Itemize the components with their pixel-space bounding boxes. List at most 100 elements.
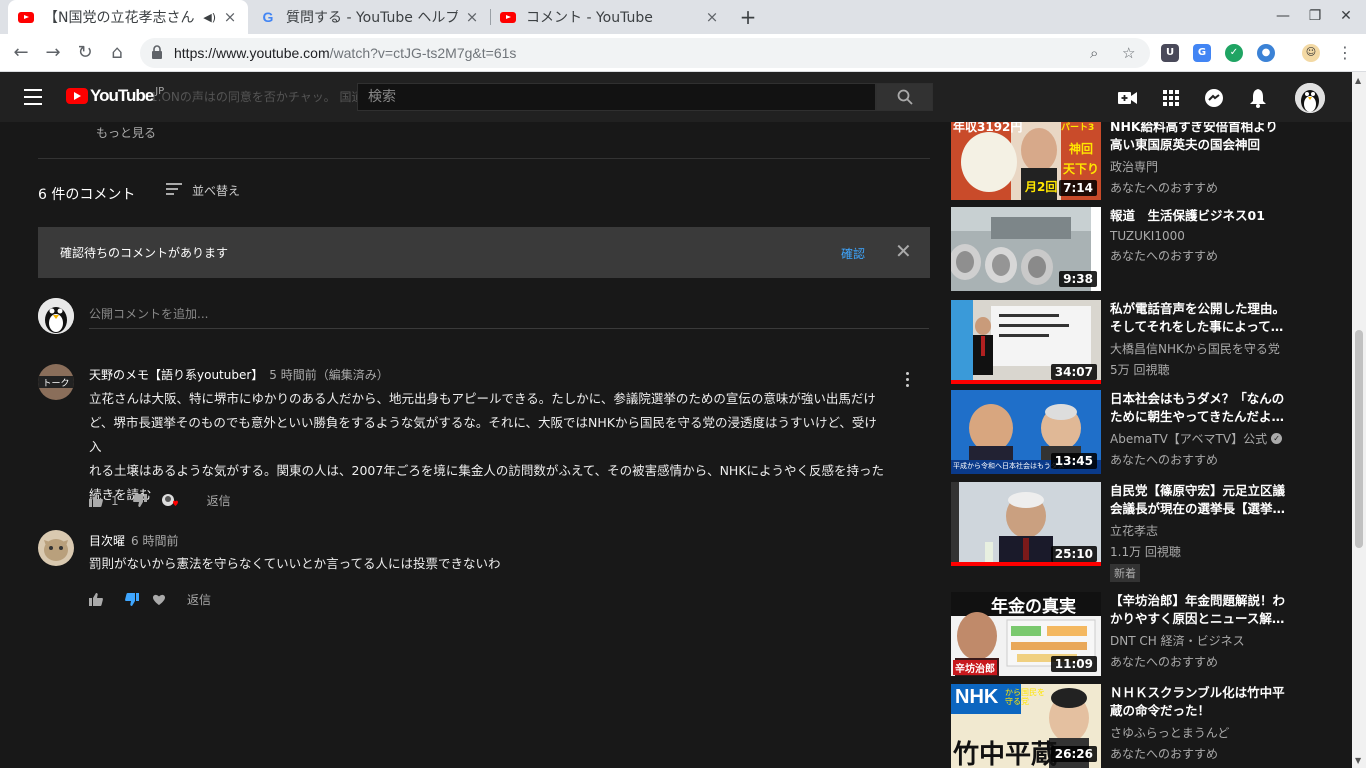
video-title[interactable]: 日本社会はもうダメ？「なんのために朝生やってきたんだよ… — [1110, 390, 1290, 426]
video-thumbnail[interactable]: NHK から国民を守る党 竹中平蔵 26:26 — [951, 684, 1101, 768]
tab-title: 質問する - YouTube ヘルプ — [286, 10, 458, 26]
author-name[interactable]: 目次曜 — [89, 534, 125, 548]
account-avatar[interactable] — [1295, 83, 1325, 113]
channel-name[interactable]: さゆふらっとまうんど — [1110, 724, 1290, 741]
video-thumbnail[interactable]: 34:07 — [951, 300, 1101, 384]
create-video-icon[interactable] — [1116, 86, 1140, 110]
apps-grid-icon[interactable] — [1159, 86, 1183, 110]
show-more-link[interactable]: もっと見る — [96, 124, 156, 141]
scroll-up-icon[interactable]: ▲ — [1355, 76, 1361, 85]
video-title[interactable]: 【辛坊治郎】年金問題解説！わかりやすく原因とニュース解… — [1110, 592, 1290, 628]
comment-line: 立花さんは大阪、特に堺市にゆかりのある人だから、地元出身もアピールできる。たしか… — [89, 391, 876, 406]
reload-icon[interactable]: ↻ — [72, 40, 98, 66]
extension-green-icon[interactable]: ✓ — [1225, 44, 1243, 62]
search-button[interactable] — [876, 83, 933, 111]
video-thumbnail[interactable]: 年収3192円 パート3 神回 天下り 月2回 7:14 — [951, 118, 1101, 200]
video-thumbnail[interactable]: 9:38 — [951, 207, 1101, 291]
hamburger-menu-icon[interactable] — [24, 89, 42, 105]
close-icon[interactable]: ✕ — [895, 239, 912, 263]
channel-name[interactable]: 立花孝志 — [1110, 522, 1290, 539]
close-window-icon[interactable]: ✕ — [1336, 8, 1356, 24]
search-input[interactable] — [358, 84, 875, 110]
zoom-icon[interactable]: ⌕ — [1090, 44, 1098, 62]
comments-area: もっと見る 6 件のコメント 並べ替え 確認待ちのコメントがあります 確認 ✕ … — [0, 122, 940, 768]
scroll-down-icon[interactable]: ▼ — [1355, 756, 1361, 765]
recommended-video[interactable]: 9:38 報道 生活保護ビジネス01 TUZUKI1000 あなたへのおすすめ — [950, 207, 1350, 297]
video-title[interactable]: ＮＨＫスクランブル化は竹中平蔵の命令だった！ — [1110, 684, 1290, 720]
minimize-window-icon[interactable]: — — [1273, 8, 1293, 24]
video-title[interactable]: 私が電話音声を公開した理由。そしてそれをした事によって… — [1110, 300, 1290, 336]
video-title[interactable]: 自民党【篠原守宏】元足立区議会議長が現在の選挙長【選挙… — [1110, 482, 1290, 518]
video-info: 【辛坊治郎】年金問題解説！わかりやすく原因とニュース解… DNT CH 経済・ビ… — [1110, 592, 1290, 670]
notifications-bell-icon[interactable] — [1246, 86, 1270, 110]
recommended-video[interactable]: 平成から令和へ日本社会はもうダメ 13:45 日本社会はもうダメ？「なんのために… — [950, 390, 1350, 475]
commenter-avatar[interactable]: トーク — [38, 364, 74, 400]
search-box[interactable] — [357, 83, 876, 111]
comment-timestamp[interactable]: 5 時間前（編集済み） — [269, 368, 388, 382]
restore-window-icon[interactable]: ❐ — [1305, 8, 1325, 24]
comment-author[interactable]: 天野のメモ【語り系youtuber】 5 時間前（編集済み） — [89, 366, 389, 383]
confirm-pending-button[interactable]: 確認 — [841, 245, 865, 262]
thumbs-down-icon — [132, 494, 147, 507]
tab-active-video[interactable]: 【N国党の立花孝志さん ◀) × — [8, 0, 248, 34]
chrome-menu-icon[interactable]: ⋮ — [1332, 40, 1358, 66]
video-title[interactable]: NHK給料高すぎ安倍首相より高い東国原英夫の国会神回PART3 — [1110, 118, 1290, 154]
bookmark-star-icon[interactable]: ☆ — [1122, 44, 1135, 62]
dislike-button[interactable] — [125, 593, 139, 606]
tab-close-icon[interactable]: × — [222, 8, 238, 26]
recommended-video[interactable]: NHK から国民を守る党 竹中平蔵 26:26 ＮＨＫスクランブル化は竹中平蔵の… — [950, 684, 1350, 768]
comment-author[interactable]: 目次曜 6 時間前 — [89, 532, 178, 549]
messages-icon[interactable] — [1202, 86, 1226, 110]
profile-avatar-icon[interactable]: ☺ — [1302, 44, 1320, 62]
creator-heart-badge[interactable] — [161, 493, 179, 509]
tab-youtube-help[interactable]: G 質問する - YouTube ヘルプ × — [250, 0, 490, 34]
video-meta: あなたへのおすすめ — [1110, 655, 1219, 669]
recommended-video[interactable]: 25:10 自民党【篠原守宏】元足立区議会議長が現在の選挙長【選挙… 立花孝志 … — [950, 482, 1350, 587]
video-thumbnail[interactable]: 平成から令和へ日本社会はもうダメ 13:45 — [951, 390, 1101, 474]
thumbs-down-active-icon — [125, 593, 139, 606]
dislike-button[interactable] — [132, 494, 147, 507]
like-button[interactable]: 1 — [89, 494, 119, 508]
extension-globe-icon[interactable]: ● — [1257, 44, 1275, 62]
recommended-video[interactable]: 年収3192円 パート3 神回 天下り 月2回 7:14 NHK給料高すぎ安倍首… — [950, 118, 1350, 202]
tab-close-icon[interactable]: × — [464, 8, 480, 26]
thumbnail-overlay-text: から国民を守る党 — [1005, 688, 1045, 706]
channel-name[interactable]: TUZUKI1000 — [1110, 229, 1290, 243]
video-thumbnail[interactable]: 年金の真実 辛坊治郎 11:09 — [951, 592, 1101, 676]
commenter-avatar[interactable] — [38, 530, 74, 566]
reply-button[interactable]: 返信 — [187, 591, 211, 608]
tab-close-icon[interactable]: × — [704, 8, 720, 26]
like-button[interactable] — [89, 593, 103, 606]
author-name[interactable]: 天野のメモ【語り系youtuber】 — [89, 368, 263, 382]
recommended-video[interactable]: 年金の真実 辛坊治郎 11:09 【辛坊治郎】年金問題解説！わかりやすく原因とニ… — [950, 592, 1350, 682]
new-tab-button[interactable]: + — [736, 5, 760, 29]
home-icon[interactable]: ⌂ — [104, 40, 130, 66]
forward-icon[interactable]: → — [40, 40, 66, 66]
heart-button[interactable] — [153, 594, 165, 605]
comment-timestamp[interactable]: 6 時間前 — [131, 534, 178, 548]
reply-button[interactable]: 返信 — [207, 492, 231, 509]
youtube-logo[interactable]: YouTube JP — [66, 86, 164, 106]
sort-button[interactable]: 並べ替え — [166, 182, 240, 199]
channel-name[interactable]: DNT CH 経済・ビジネス — [1110, 632, 1290, 649]
audio-playing-icon[interactable]: ◀) — [203, 11, 216, 24]
video-info: 日本社会はもうダメ？「なんのために朝生やってきたんだよ… AbemaTV【アベマ… — [1110, 390, 1290, 468]
channel-name[interactable]: 政治専門 — [1110, 158, 1290, 175]
comment-menu-icon[interactable] — [906, 372, 910, 390]
address-bar[interactable]: https://www.youtube.com/watch?v=ctJG-ts2… — [140, 38, 1150, 68]
youtube-favicon-icon — [18, 9, 34, 25]
recommendations-sidebar: 年収3192円 パート3 神回 天下り 月2回 7:14 NHK給料高すぎ安倍首… — [950, 118, 1350, 768]
ublock-extension-icon[interactable]: U — [1161, 44, 1179, 62]
channel-name-text[interactable]: AbemaTV【アベマTV】公式 — [1110, 430, 1267, 447]
video-title[interactable]: 報道 生活保護ビジネス01 — [1110, 207, 1290, 225]
channel-name[interactable]: 大橋昌信NHKから国民を守る党 — [1110, 340, 1290, 357]
scrollbar-thumb[interactable] — [1355, 330, 1363, 548]
add-comment-input[interactable]: 公開コメントを追加... — [89, 305, 929, 329]
video-thumbnail[interactable]: 25:10 — [951, 482, 1101, 566]
tab-comments[interactable]: コメント - YouTube × — [490, 0, 730, 34]
translate-extension-icon[interactable]: G — [1193, 44, 1211, 62]
recommended-video[interactable]: 34:07 私が電話音声を公開した理由。そしてそれをした事によって… 大橋昌信N… — [950, 300, 1350, 385]
channel-name[interactable]: AbemaTV【アベマTV】公式 ✓ — [1110, 430, 1290, 447]
back-icon[interactable]: ← — [8, 40, 34, 66]
page-scrollbar[interactable]: ▲ ▼ — [1352, 72, 1366, 768]
